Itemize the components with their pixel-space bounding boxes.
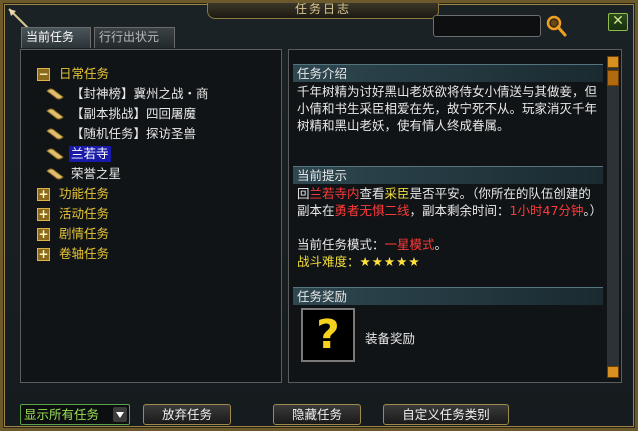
scroll-thumb[interactable] [607, 70, 619, 86]
quest-item[interactable]: 【副本挑战】四回屠魔 [21, 104, 271, 124]
quest-item[interactable]: 【封神榜】冀州之战・商 [21, 84, 271, 104]
quest-item[interactable]: 【随机任务】探访圣兽 [21, 124, 271, 144]
reward-slot[interactable]: ? [301, 308, 355, 362]
category-event[interactable]: + 活动任务 [21, 204, 271, 224]
intro-header: 任务介绍 [293, 64, 603, 82]
quest-label: 【随机任务】探访圣兽 [71, 126, 197, 141]
quest-tree-panel: − 日常任务 【封神榜】冀州之战・商 【副本挑战】四回屠魔 【随机任务】探访圣兽… [20, 49, 282, 383]
reward-header: 任务奖励 [293, 287, 603, 305]
close-button[interactable]: ✕ [608, 13, 628, 31]
scroll-icon [46, 168, 64, 180]
category-label: 日常任务 [59, 66, 110, 81]
quest-log-window: 任务日志 当前任务 行行出状元 ✕ − 日常任务 【封神榜】冀州之战・商 【副本… [0, 0, 638, 431]
star-rating-icon: ★★★★★ [359, 254, 421, 269]
category-label: 剧情任务 [59, 226, 110, 241]
quest-detail-panel: 任务介绍 千年树精为讨好黑山老妖欲将侍女小倩送与其做妾，但小倩和书生采臣相爱在先… [288, 49, 622, 383]
hint-mode: 勇者无惧二线 [334, 203, 410, 218]
category-label: 卷轴任务 [59, 246, 110, 261]
difficulty-label: 战斗难度： [297, 254, 360, 269]
tab-career-quests[interactable]: 行行出状元 [94, 27, 175, 48]
hide-quest-button[interactable]: 隐藏任务 [273, 404, 361, 425]
collapse-icon[interactable]: − [37, 68, 50, 81]
hint-time: 1小时47分钟 [509, 203, 584, 218]
custom-category-button[interactable]: 自定义任务类别 [383, 404, 509, 425]
category-daily[interactable]: − 日常任务 [21, 64, 271, 84]
expand-icon[interactable]: + [37, 228, 50, 241]
hint-person-link[interactable]: 采臣 [385, 186, 410, 201]
expand-icon[interactable]: + [37, 248, 50, 261]
quest-label: 【封神榜】冀州之战・商 [71, 86, 209, 101]
category-function[interactable]: + 功能任务 [21, 184, 271, 204]
category-label: 活动任务 [59, 206, 110, 221]
hint-header: 当前提示 [293, 166, 603, 184]
category-story[interactable]: + 剧情任务 [21, 224, 271, 244]
scroll-down-icon[interactable] [607, 366, 619, 378]
detail-scrollbar[interactable] [607, 56, 619, 378]
quest-item[interactable]: 荣誉之星 [21, 164, 271, 184]
quest-label: 荣誉之星 [71, 166, 122, 181]
scroll-icon [46, 108, 64, 120]
expand-icon[interactable]: + [37, 188, 50, 201]
question-mark-icon: ? [316, 312, 340, 358]
show-all-label: 显示所有任务 [24, 407, 100, 422]
window-title: 任务日志 [207, 3, 439, 19]
quest-mode-value: 一星模式 [384, 237, 435, 252]
reward-label: 装备奖励 [365, 331, 416, 346]
category-label: 功能任务 [59, 186, 110, 201]
scroll-icon [46, 148, 64, 160]
quest-label: 【副本挑战】四回屠魔 [71, 106, 197, 121]
expand-icon[interactable]: + [37, 208, 50, 221]
search-icon[interactable] [544, 14, 568, 38]
hint-place-link[interactable]: 兰若寺内 [310, 186, 360, 201]
chevron-down-icon[interactable] [113, 407, 127, 422]
quest-item-selected[interactable]: 兰若寺 [21, 144, 271, 164]
category-scroll[interactable]: + 卷轴任务 [21, 244, 271, 264]
abandon-quest-button[interactable]: 放弃任务 [143, 404, 231, 425]
hint-mode-line: 当前任务模式：一星模式。 [297, 237, 448, 252]
search-input[interactable] [433, 15, 541, 37]
scroll-icon [46, 88, 64, 100]
difficulty-line: 战斗难度：★★★★★ [297, 253, 603, 270]
show-all-dropdown[interactable]: 显示所有任务 [20, 404, 130, 425]
intro-text: 千年树精为讨好黑山老妖欲将侍女小倩送与其做妾，但小倩和书生采臣相爱在先，故宁死不… [297, 84, 598, 133]
scroll-icon [46, 128, 64, 140]
quest-label: 兰若寺 [69, 146, 111, 162]
hint-text: 回兰若寺内查看采臣是否平安。（你所在的队伍创建的副本在勇者无惧二线，副本剩余时间… [297, 186, 603, 218]
tab-current-quests[interactable]: 当前任务 [21, 27, 91, 48]
scroll-up-icon[interactable] [607, 56, 619, 68]
